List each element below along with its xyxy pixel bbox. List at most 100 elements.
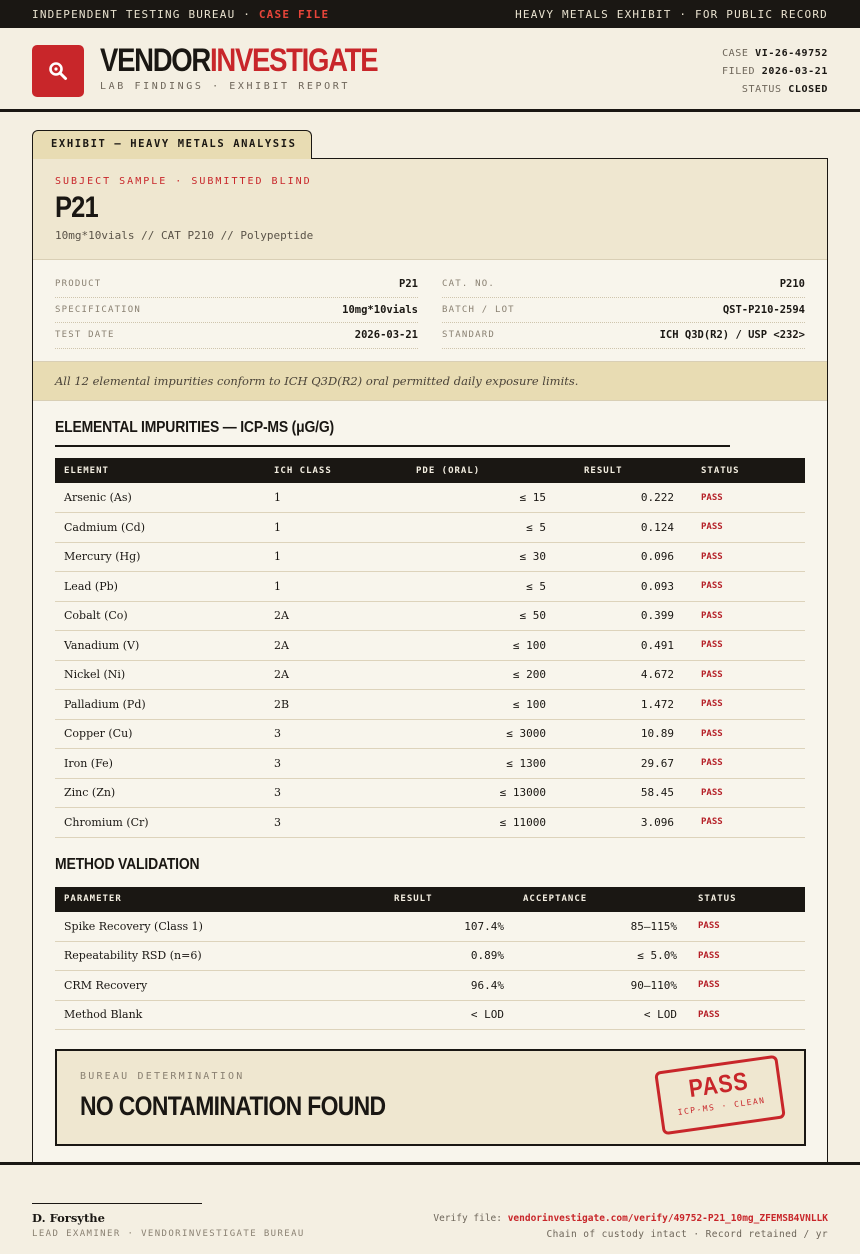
cell-pde: ≤ 1300 xyxy=(375,748,575,779)
field-row: TEST DATE 2026-03-21 xyxy=(55,323,418,349)
brand-name: VENDORINVESTIGATE xyxy=(100,42,379,78)
exhibit-panel: SUBJECT SAMPLE · SUBMITTED BLIND P21 10m… xyxy=(32,158,828,1162)
cell-status: PASS xyxy=(686,941,805,971)
cell-result: 0.124 xyxy=(575,512,683,543)
verify-link[interactable]: vendorinvestigate.com/verify/49752-P21_1… xyxy=(508,1213,828,1224)
cell-acceptance: 85–115% xyxy=(513,911,686,942)
cell-result: < LOD xyxy=(385,1000,513,1030)
table-row: Repeatability RSD (n=6) 0.89% ≤ 5.0% PASS xyxy=(55,941,805,971)
subject-sample: SUBJECT SAMPLE · SUBMITTED BLIND P21 10m… xyxy=(33,159,827,260)
cell-status: PASS xyxy=(686,911,805,942)
case-status: STATUS CLOSED xyxy=(741,84,828,95)
cell-element: Nickel (Ni) xyxy=(55,660,265,690)
cell-cls: 2A xyxy=(265,660,375,690)
cell-cls: 1 xyxy=(265,542,375,572)
table-row: Lead (Pb) 1 ≤ 5 0.093 PASS xyxy=(55,571,805,602)
cell-pde: ≤ 11000 xyxy=(375,807,575,838)
cell-status: PASS xyxy=(683,778,805,808)
case-meta: CASE VI-26-49752 FILED 2026-03-21 STATUS… xyxy=(722,45,828,99)
signature-line xyxy=(32,1203,202,1204)
cell-cls: 3 xyxy=(265,778,375,808)
report-footer: D. Forsythe LEAD EXAMINER · VENDORINVEST… xyxy=(0,1162,860,1254)
table-row: Cadmium (Cd) 1 ≤ 5 0.124 PASS xyxy=(55,512,805,543)
cell-result: 10.89 xyxy=(575,719,683,749)
table-row: Copper (Cu) 3 ≤ 3000 10.89 PASS xyxy=(55,719,805,749)
table-header-row: ELEMENT ICH CLASS PDE (ORAL) RESULT STAT… xyxy=(55,458,805,483)
cell-status: PASS xyxy=(683,512,805,543)
report-header: VENDORINVESTIGATE LAB FINDINGS · EXHIBIT… xyxy=(0,28,860,112)
cell-element: Cobalt (Co) xyxy=(55,601,265,631)
custody-note: Chain of custody intact · Record retaine… xyxy=(546,1229,828,1240)
cell-status: PASS xyxy=(686,1000,805,1030)
fields-right: CAT. NO. P210 BATCH / LOT QST-P210-2594 ST… xyxy=(442,272,805,361)
cell-status: PASS xyxy=(683,719,805,749)
cell-acceptance: < LOD xyxy=(513,1000,686,1030)
table-row: Method Blank < LOD < LOD PASS xyxy=(55,1000,805,1030)
table-row: CRM Recovery 96.4% 90–110% PASS xyxy=(55,970,805,1001)
cell-element: Arsenic (As) xyxy=(55,483,265,513)
cell-param: Spike Recovery (Class 1) xyxy=(55,911,385,942)
cell-param: Repeatability RSD (n=6) xyxy=(55,941,385,971)
cell-result: 3.096 xyxy=(575,807,683,838)
cell-cls: 3 xyxy=(265,719,375,749)
signer-name: D. Forsythe xyxy=(32,1211,105,1225)
top-bar-left: INDEPENDENT TESTING BUREAU · CASE FILE xyxy=(32,7,330,21)
field-row: STANDARD ICH Q3D(R2) / USP <232> xyxy=(442,323,805,349)
cell-status: PASS xyxy=(683,660,805,690)
table-row: Spike Recovery (Class 1) 107.4% 85–115% PAS… xyxy=(55,911,805,942)
cell-pde: ≤ 15 xyxy=(375,483,575,513)
field-row: SPECIFICATION 10mg*10vials xyxy=(55,298,418,323)
cell-acceptance: 90–110% xyxy=(513,970,686,1001)
table-row: Cobalt (Co) 2A ≤ 50 0.399 PASS xyxy=(55,601,805,631)
cell-cls: 3 xyxy=(265,748,375,779)
validation-section: METHOD VALIDATION PARAMETER RESULT ACCEP… xyxy=(55,856,805,1031)
cell-result: 0.89% xyxy=(385,941,513,971)
validation-table: PARAMETER RESULT ACCEPTANCE STATUS Spike… xyxy=(55,886,805,1031)
cell-param: Method Blank xyxy=(55,1000,385,1030)
cell-cls: 1 xyxy=(265,571,375,602)
cell-element: Cadmium (Cd) xyxy=(55,512,265,543)
table-row: Chromium (Cr) 3 ≤ 11000 3.096 PASS xyxy=(55,807,805,838)
cell-pde: ≤ 50 xyxy=(375,601,575,631)
cell-status: PASS xyxy=(683,483,805,513)
determination-label: BUREAU DETERMINATION xyxy=(80,1071,245,1082)
table-header-row: PARAMETER RESULT ACCEPTANCE STATUS xyxy=(55,886,805,912)
summary-note: All 12 elemental impurities conform to I… xyxy=(33,361,827,401)
validation-title: METHOD VALIDATION xyxy=(55,855,200,873)
cell-status: PASS xyxy=(683,542,805,572)
pass-stamp: PASS ICP-MS · CLEAN xyxy=(654,1054,786,1136)
top-bar: INDEPENDENT TESTING BUREAU · CASE FILE H… xyxy=(0,0,860,28)
cell-pde: ≤ 3000 xyxy=(375,719,575,749)
cell-result: 29.67 xyxy=(575,748,683,779)
cell-pde: ≤ 13000 xyxy=(375,778,575,808)
cell-cls: 2B xyxy=(265,689,375,720)
field-row: CAT. NO. P210 xyxy=(442,272,805,298)
brand-logo xyxy=(32,45,84,97)
impurities-section: ELEMENTAL IMPURITIES — ICP-MS (μG/G) ELE… xyxy=(55,419,805,838)
case-number: CASE VI-26-49752 xyxy=(722,48,828,59)
brand-subtitle: LAB FINDINGS · EXHIBIT REPORT xyxy=(100,81,350,92)
cell-status: PASS xyxy=(683,630,805,661)
table-row: Mercury (Hg) 1 ≤ 30 0.096 PASS xyxy=(55,542,805,572)
cell-cls: 2A xyxy=(265,601,375,631)
table-row: Vanadium (V) 2A ≤ 100 0.491 PASS xyxy=(55,630,805,661)
cell-pde: ≤ 30 xyxy=(375,542,575,572)
impurities-title: ELEMENTAL IMPURITIES — ICP-MS (μG/G) xyxy=(55,419,730,447)
cell-element: Vanadium (V) xyxy=(55,630,265,661)
fields-left: PRODUCT P21 SPECIFICATION 10mg*10vials TES… xyxy=(55,272,418,361)
magnifier-icon xyxy=(49,62,67,80)
cell-cls: 1 xyxy=(265,512,375,543)
cell-pde: ≤ 5 xyxy=(375,571,575,602)
filed-date: FILED 2026-03-21 xyxy=(722,66,828,77)
cell-status: PASS xyxy=(683,807,805,838)
cell-element: Iron (Fe) xyxy=(55,748,265,779)
table-row: Zinc (Zn) 3 ≤ 13000 58.45 PASS xyxy=(55,778,805,808)
cell-result: 4.672 xyxy=(575,660,683,690)
cell-element: Copper (Cu) xyxy=(55,719,265,749)
cell-status: PASS xyxy=(683,601,805,631)
cell-element: Mercury (Hg) xyxy=(55,542,265,572)
table-row: Iron (Fe) 3 ≤ 1300 29.67 PASS xyxy=(55,748,805,779)
determination-verdict: NO CONTAMINATION FOUND xyxy=(80,1091,386,1121)
cell-element: Lead (Pb) xyxy=(55,571,265,602)
cell-param: CRM Recovery xyxy=(55,970,385,1001)
